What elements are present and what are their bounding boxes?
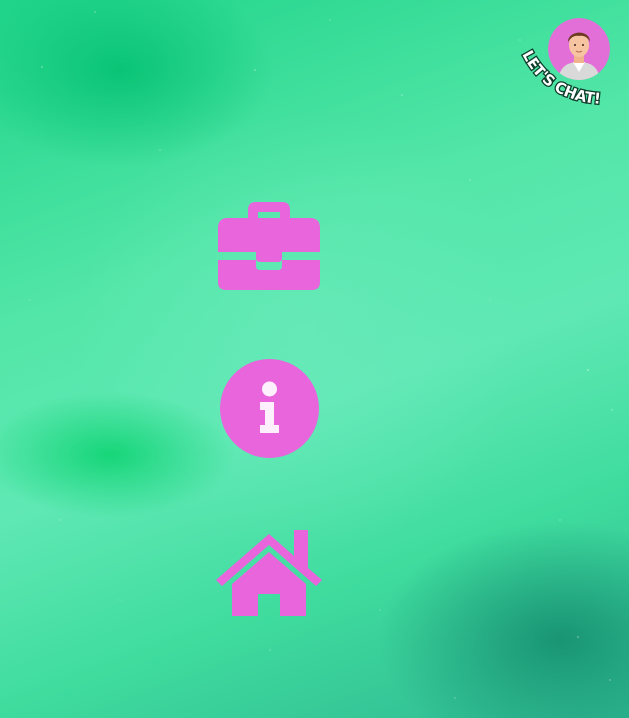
chat-label[interactable]: LET'S CHAT! bbox=[512, 14, 616, 114]
chat-widget[interactable]: LET'S CHAT! bbox=[512, 14, 616, 114]
svg-text:LET'S CHAT!: LET'S CHAT! bbox=[518, 47, 601, 107]
page-root: { "colors": { "icon_pink": "#e865dc", "b… bbox=[0, 0, 629, 718]
info-icon[interactable] bbox=[220, 359, 319, 458]
home-icon[interactable] bbox=[212, 528, 326, 618]
chat-label-text: LET'S CHAT! bbox=[517, 46, 603, 109]
briefcase-icon[interactable] bbox=[218, 200, 320, 290]
